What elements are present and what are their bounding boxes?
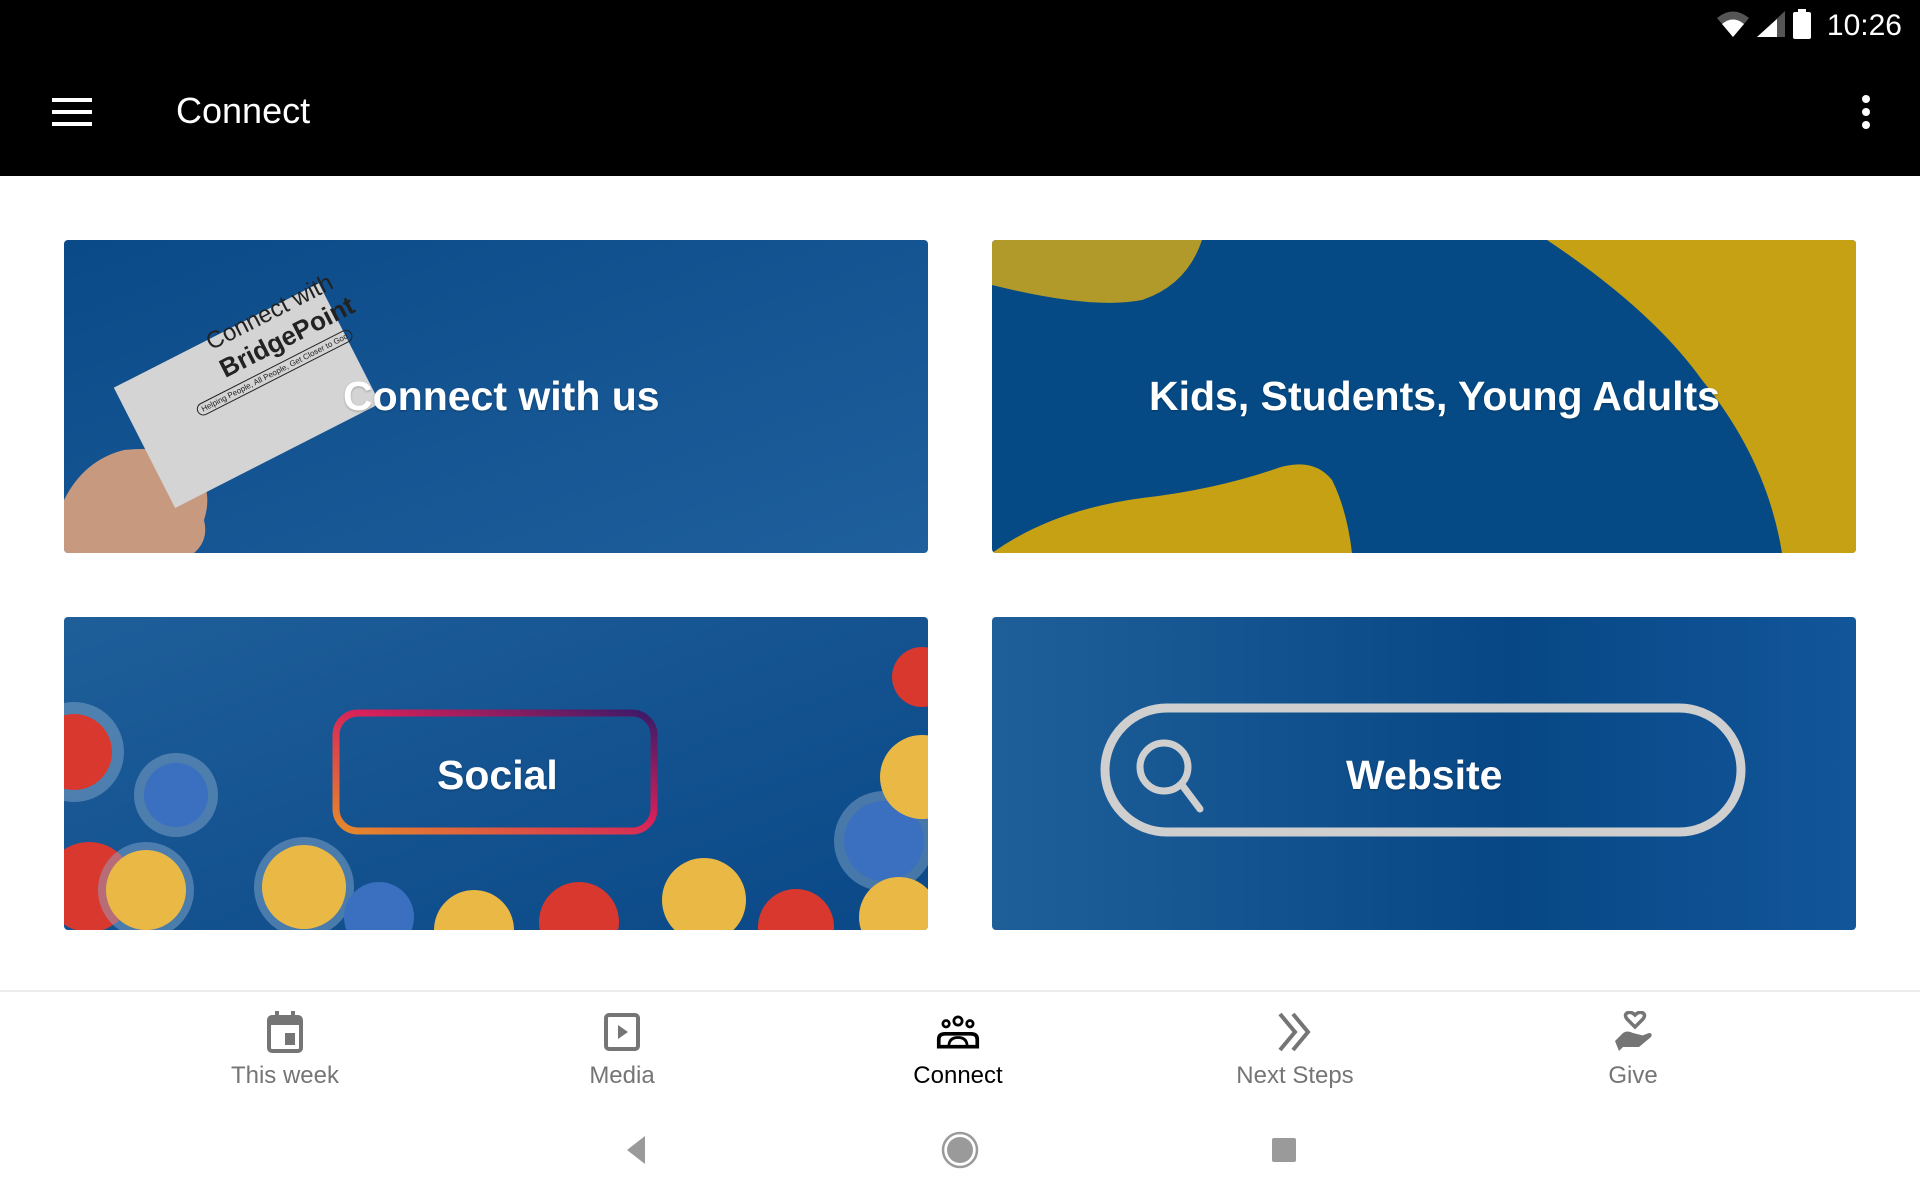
nav-item-this-week[interactable]: This week [135, 992, 435, 1104]
recents-button[interactable] [1262, 1130, 1306, 1174]
nav-label: This week [230, 1062, 340, 1089]
card-title: Website [1346, 752, 1503, 798]
card-connect-with-us[interactable]: Connect with BridgePoint Helping People,… [64, 240, 928, 553]
card-website[interactable]: Website [992, 617, 1856, 930]
card-social[interactable]: Social [64, 617, 928, 930]
system-navigation-bar [0, 1102, 1920, 1200]
home-circle-icon [940, 1130, 980, 1175]
home-button[interactable] [938, 1130, 982, 1174]
status-icons: 10:26 [1716, 6, 1902, 46]
nav-item-media[interactable]: Media [472, 992, 772, 1104]
status-bar: 10:26 [0, 0, 1920, 52]
play-box-icon [600, 1010, 644, 1054]
nav-item-next-steps[interactable]: Next Steps [1145, 992, 1445, 1104]
search-icon [1130, 733, 1216, 824]
card-title: Connect with us [343, 373, 660, 419]
card-kids-students-young-adults[interactable]: Kids, Students, Young Adults [992, 240, 1856, 553]
more-vertical-icon [1861, 94, 1871, 134]
status-time: 10:26 [1826, 9, 1902, 42]
calendar-icon [263, 1010, 307, 1054]
nav-label: Connect [913, 1062, 1003, 1089]
wifi-icon [1716, 11, 1749, 42]
nav-item-connect[interactable]: Connect [808, 992, 1108, 1104]
hamburger-menu-icon [52, 97, 92, 131]
signal-icon [1756, 10, 1785, 42]
menu-button[interactable] [40, 84, 104, 144]
card-title: Social [437, 752, 558, 798]
card-title: Kids, Students, Young Adults [1149, 373, 1720, 419]
hand-heart-icon [1611, 1010, 1655, 1054]
app-bar: Connect [0, 52, 1920, 176]
back-triangle-icon [625, 1135, 647, 1169]
nav-label: Give [1608, 1062, 1658, 1089]
double-chevron-right-icon [1273, 1010, 1317, 1054]
bottom-navigation: This week Media Connect Next Steps Give [0, 990, 1920, 1102]
overflow-menu-button[interactable] [1836, 84, 1896, 144]
page-title: Connect [176, 90, 311, 131]
nav-label: Next Steps [1236, 1062, 1354, 1089]
recents-square-icon [1271, 1137, 1297, 1168]
group-icon [936, 1010, 980, 1054]
nav-label: Media [589, 1062, 655, 1089]
back-button[interactable] [614, 1130, 658, 1174]
nav-item-give[interactable]: Give [1483, 992, 1783, 1104]
battery-icon [1792, 8, 1811, 44]
